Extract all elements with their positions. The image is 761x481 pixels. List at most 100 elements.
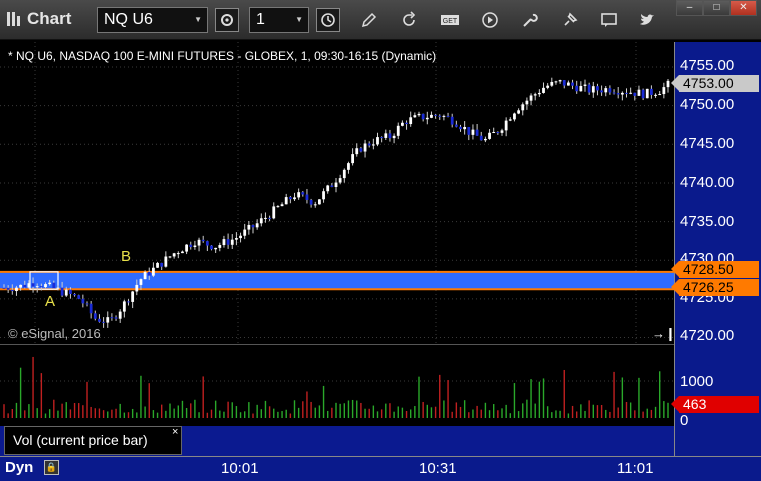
candle-body (64, 289, 68, 296)
chevron-down-icon[interactable]: ▼ (295, 8, 303, 32)
chart-window: Chart NQ U6 ▼ 1 ▼ GET – □ ✕ * NQ U6, NAS… (0, 0, 761, 481)
candle-body (102, 321, 105, 323)
candle-body (318, 199, 321, 205)
candle-body (276, 206, 280, 208)
price-tick: 4755.00 (680, 57, 735, 74)
candle-body (342, 169, 346, 179)
candle-body (608, 88, 612, 93)
time-template-button[interactable] (316, 8, 340, 32)
candle-body (181, 251, 184, 254)
zone-bottom-marker: 4726.25 (671, 279, 759, 296)
candle-body (301, 192, 305, 195)
candle-body (662, 87, 666, 95)
candle-body (297, 192, 301, 198)
price-tick: 4745.00 (680, 135, 735, 152)
volume-study-label[interactable]: Vol (current price bar) (4, 426, 182, 455)
candle-body (230, 239, 234, 245)
candle-body (243, 229, 247, 236)
candle-body (604, 88, 608, 93)
price-scale[interactable]: 4755.00 4750.00 4745.00 4740.00 4735.00 … (671, 42, 761, 456)
candle-body (359, 148, 363, 152)
candle-body (27, 283, 31, 288)
play-button[interactable] (478, 8, 502, 32)
candle-body (558, 80, 562, 82)
candle-body (272, 206, 276, 219)
candle-body (19, 284, 22, 288)
lock-icon[interactable]: 🔒 (44, 460, 59, 475)
candle-body (438, 115, 442, 117)
volume-pane[interactable] (0, 346, 674, 426)
volume-tick: 0 (680, 412, 689, 429)
get-data-button[interactable]: GET (438, 8, 462, 32)
study-label-bar: Vol (current price bar) × (0, 426, 674, 456)
candle-body (347, 163, 350, 170)
candle-body (517, 110, 520, 114)
candle-body (210, 245, 213, 250)
interval-combo[interactable]: 1 ▼ (249, 7, 309, 33)
candle-body (93, 313, 97, 319)
close-study-icon[interactable]: × (172, 426, 178, 438)
pin-icon (564, 12, 578, 26)
zone-bottom-value: 4726.25 (683, 279, 734, 295)
chat-button[interactable] (597, 8, 621, 32)
last-price-marker: 4753.00 (671, 75, 759, 92)
candle-body (421, 113, 425, 120)
candle-body (376, 137, 379, 145)
candle-body (600, 90, 603, 93)
refresh-button[interactable] (397, 8, 421, 32)
window-title: Chart (27, 9, 72, 28)
candle-body (496, 132, 500, 134)
candle-body (118, 311, 122, 319)
draw-tool-button[interactable] (357, 8, 381, 32)
pencil-icon (361, 12, 377, 28)
candle-body (147, 271, 151, 276)
get-icon: GET (441, 15, 459, 25)
candle-body (645, 88, 649, 99)
candle-body (222, 239, 226, 246)
candle-body (330, 185, 334, 187)
candle-body (367, 143, 371, 146)
maximize-button[interactable]: □ (703, 0, 730, 16)
candle-body (60, 287, 64, 296)
scroll-to-end-icon[interactable]: →❙ (652, 326, 676, 342)
chevron-down-icon[interactable]: ▼ (194, 8, 202, 32)
candle-body (492, 132, 496, 134)
candle-body (579, 85, 583, 92)
candle-body (666, 80, 670, 88)
title-bar[interactable]: Chart NQ U6 ▼ 1 ▼ GET – □ ✕ (0, 0, 761, 40)
symbol-combo[interactable]: NQ U6 ▼ (97, 7, 208, 33)
candle-body (110, 317, 114, 319)
candle-body (172, 253, 176, 257)
time-label: 11:01 (617, 460, 654, 477)
candle-body (425, 117, 429, 120)
candle-body (23, 284, 27, 288)
candle-body (405, 122, 408, 125)
minimize-button[interactable]: – (676, 0, 703, 16)
candle-body (268, 217, 271, 219)
time-axis[interactable]: Dyn 🔒 10:01 10:31 11:01 (0, 456, 761, 481)
chat-icon (601, 13, 617, 27)
candle-body (546, 85, 550, 88)
gear-icon (221, 14, 233, 26)
window-controls: – □ ✕ (676, 0, 757, 16)
candle-body (633, 92, 637, 96)
close-button[interactable]: ✕ (730, 0, 757, 16)
candlestick-chart[interactable] (0, 42, 674, 345)
candle-body (521, 104, 525, 111)
interval-settings-button[interactable] (215, 8, 239, 32)
candle-body (189, 244, 193, 248)
candle-body (81, 298, 85, 304)
candle-body (326, 185, 330, 192)
price-tick: 4740.00 (680, 174, 735, 191)
candle-body (205, 241, 209, 246)
candle-body (48, 282, 52, 285)
symbol-value: NQ U6 (104, 11, 153, 28)
tools-button[interactable] (518, 8, 542, 32)
twitter-button[interactable] (635, 8, 659, 32)
dynamic-mode-label[interactable]: Dyn (5, 459, 33, 476)
candle-body (322, 191, 325, 200)
price-chart-area[interactable]: * NQ U6, NASDAQ 100 E-MINI FUTURES - GLO… (0, 42, 676, 345)
pin-button[interactable] (558, 8, 582, 32)
candle-body (413, 115, 417, 118)
candle-body (31, 283, 35, 287)
